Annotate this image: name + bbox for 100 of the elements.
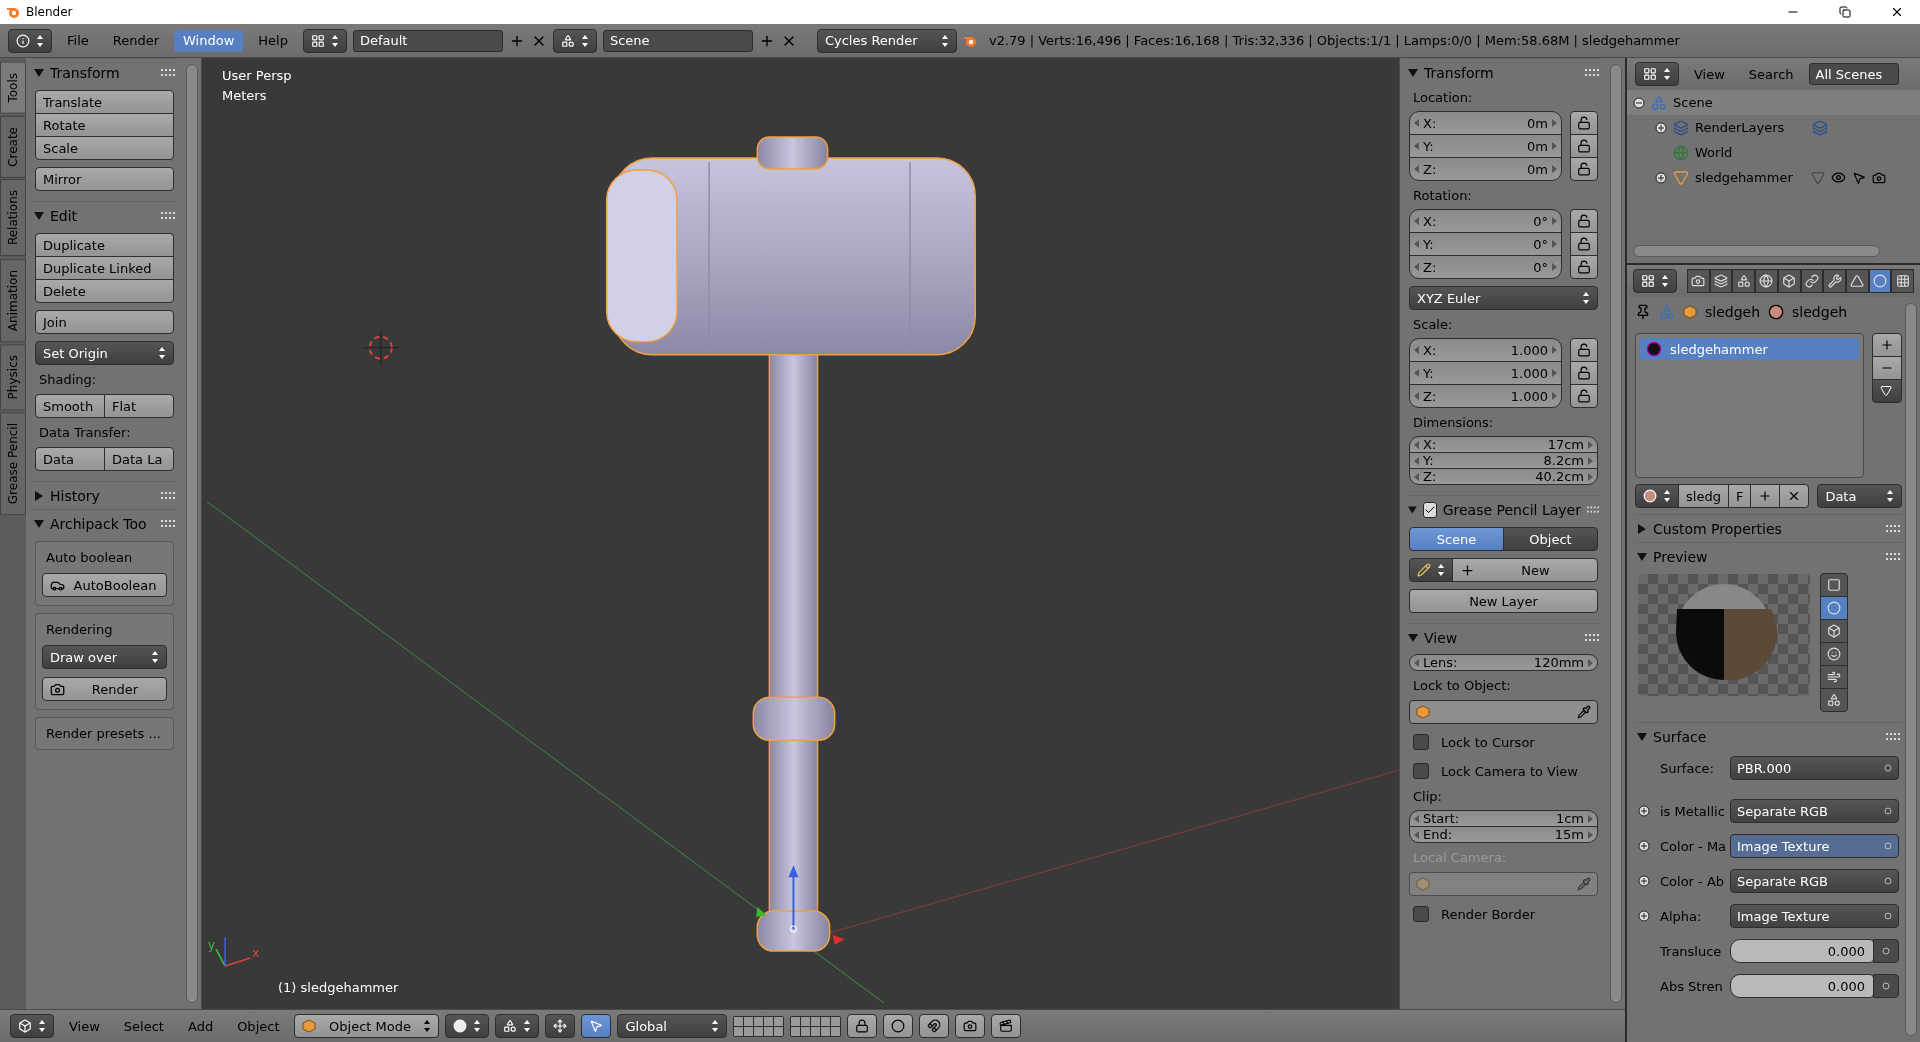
panel-title[interactable]: Grease Pencil Layer	[1442, 501, 1581, 518]
display-mode-dropdown[interactable]: All Scenes	[1808, 63, 1899, 85]
expand-icon[interactable]	[1655, 171, 1667, 184]
menu-item[interactable]: File	[58, 29, 98, 52]
properties-tab[interactable]	[1732, 269, 1756, 293]
number-field[interactable]: X: 0°	[1409, 209, 1562, 233]
socket-button[interactable]	[1873, 974, 1899, 998]
properties-tab[interactable]	[1800, 269, 1824, 293]
tool-button[interactable]: AutoBoolean	[42, 573, 167, 597]
panel-title[interactable]: History	[50, 487, 155, 504]
panel-title[interactable]: View	[1424, 629, 1579, 646]
number-field[interactable]: Lens: 120mm	[1409, 654, 1598, 671]
tool-button[interactable]: Duplicate	[35, 233, 174, 257]
tool-button[interactable]: Translate	[35, 90, 174, 114]
scrollbar[interactable]	[1633, 245, 1880, 257]
tool-button[interactable]: Flat	[104, 394, 174, 418]
cursor-icon[interactable]	[1851, 170, 1866, 185]
lock-toggle[interactable]	[1570, 209, 1598, 233]
tool-tab[interactable]: Tools	[0, 62, 26, 114]
node-link-dropdown[interactable]: Separate RGB	[1730, 869, 1899, 893]
grip-icon[interactable]	[1585, 68, 1599, 77]
tool-button[interactable]: Mirror	[35, 167, 174, 191]
render-engine-dropdown[interactable]: Cycles Render	[816, 28, 957, 53]
preview-type-button[interactable]	[1820, 688, 1848, 712]
node-link-dropdown[interactable]: Separate RGB	[1730, 799, 1899, 823]
tool-button[interactable]: Rotate	[35, 113, 174, 137]
tool-button[interactable]: Data La	[104, 447, 174, 471]
grip-icon[interactable]	[161, 68, 175, 77]
link-dropdown[interactable]: Data	[1817, 484, 1902, 508]
preview-type-button[interactable]	[1820, 642, 1848, 666]
collapse-triangle-icon[interactable]	[34, 67, 44, 78]
lock-toggle[interactable]	[1570, 134, 1598, 158]
breadcrumb-item[interactable]: sledgeh	[1705, 304, 1761, 320]
number-field[interactable]: X: 0m	[1409, 111, 1562, 135]
toggle-button[interactable]: Scene	[1409, 527, 1504, 551]
panel-title[interactable]: Custom Properties	[1653, 520, 1880, 537]
collapse-triangle-icon[interactable]	[1408, 504, 1417, 515]
menu-item[interactable]: Window	[174, 29, 244, 52]
tool-button[interactable]: Data	[35, 447, 105, 471]
panel-title[interactable]: Transform	[1424, 64, 1579, 81]
proportional-edit-button[interactable]	[883, 1014, 914, 1038]
number-field[interactable]: 0.000	[1730, 939, 1874, 963]
toggle-button[interactable]: Object	[1503, 527, 1598, 551]
outliner-row[interactable]: sledgehammer	[1627, 165, 1920, 190]
tool-tab[interactable]: Relations	[0, 179, 26, 257]
expand-icon[interactable]	[1655, 121, 1667, 134]
camera-icon[interactable]	[1871, 170, 1886, 185]
grip-icon[interactable]	[1886, 732, 1900, 741]
collapse-triangle-icon[interactable]	[34, 210, 44, 221]
properties-tab[interactable]	[1755, 269, 1778, 293]
dropdown[interactable]: XYZ Euler	[1409, 286, 1598, 310]
editor-type-button[interactable]	[1635, 62, 1679, 86]
material-browse-button[interactable]	[1635, 484, 1679, 508]
new-button[interactable]: New	[1452, 558, 1598, 582]
render-button[interactable]	[955, 1014, 986, 1038]
number-field[interactable]: Y: 0°	[1409, 232, 1562, 256]
outliner-row[interactable]: Scene	[1627, 90, 1920, 115]
shader-dropdown[interactable]: PBR.000	[1730, 756, 1899, 780]
screen-layout-button[interactable]	[302, 28, 347, 53]
number-field[interactable]: 0.000	[1730, 974, 1874, 998]
panel-title[interactable]: Preview	[1653, 548, 1880, 565]
add-slot-button[interactable]	[1872, 333, 1902, 357]
editor-type-button[interactable]	[8, 28, 52, 53]
snap-button[interactable]	[919, 1014, 950, 1038]
orientation-dropdown[interactable]: Global	[617, 1014, 728, 1038]
properties-tab[interactable]	[1868, 269, 1892, 293]
grip-icon[interactable]	[1585, 633, 1599, 642]
number-field[interactable]: Z: 0°	[1409, 255, 1562, 279]
preview-type-button[interactable]	[1820, 619, 1848, 643]
fake-user-button[interactable]: F	[1727, 484, 1752, 508]
lock-toggle[interactable]	[1570, 232, 1598, 256]
grip-icon[interactable]	[161, 519, 175, 528]
menu-item[interactable]: Help	[249, 29, 297, 52]
tool-tab[interactable]: Create	[0, 115, 26, 178]
tool-button[interactable]: Scale	[35, 136, 174, 160]
panel-title[interactable]: Transform	[50, 64, 155, 81]
dropdown[interactable]: Draw over	[42, 645, 167, 669]
properties-tab[interactable]	[1777, 269, 1801, 293]
button[interactable]: New Layer	[1409, 589, 1598, 613]
properties-tab[interactable]	[1823, 269, 1846, 293]
editor-type-button[interactable]	[1633, 269, 1677, 293]
collapse-triangle-icon[interactable]	[34, 518, 44, 529]
panel-title[interactable]: Surface	[1653, 728, 1880, 745]
outliner-row[interactable]: World	[1627, 140, 1920, 165]
checkbox[interactable]: Render Border	[1409, 903, 1598, 925]
screen-layout-field[interactable]: Default	[352, 29, 503, 52]
collapse-triangle-icon[interactable]	[1637, 731, 1647, 742]
manipulator-toggle[interactable]	[545, 1014, 576, 1038]
number-field[interactable]: End: 15m	[1409, 826, 1598, 843]
expand-triangle-icon[interactable]	[1637, 523, 1647, 534]
breadcrumb-item[interactable]: sledgeh	[1792, 304, 1848, 320]
scrollbar[interactable]	[1610, 64, 1622, 1003]
socket-button[interactable]	[1873, 939, 1899, 963]
collapse-icon[interactable]	[1633, 96, 1645, 109]
menu-item[interactable]: View	[1685, 63, 1734, 85]
properties-tab[interactable]	[1845, 269, 1869, 293]
plus-circle-icon[interactable]	[1638, 840, 1650, 852]
plus-circle-icon[interactable]	[1638, 910, 1650, 922]
menu-item[interactable]: Object	[228, 1015, 289, 1037]
lock-toggle[interactable]	[1570, 111, 1598, 135]
